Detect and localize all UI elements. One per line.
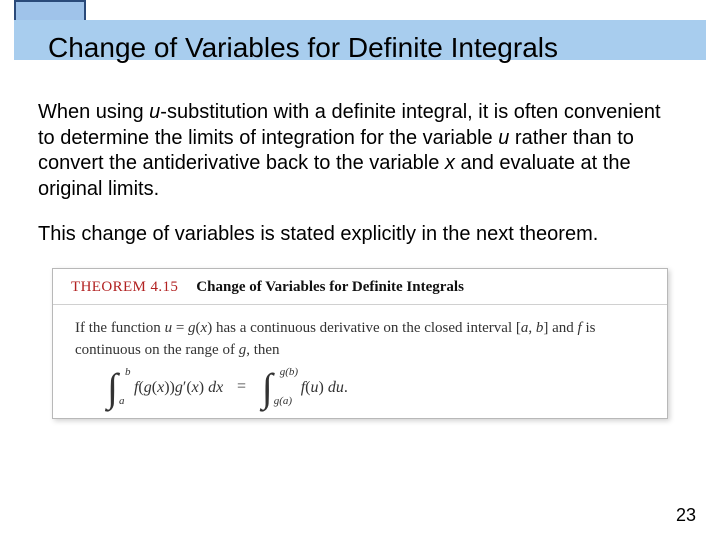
title-region: Change of Variables for Definite Integra… <box>0 0 720 72</box>
var-x: x <box>445 152 455 174</box>
text: When using <box>38 101 149 123</box>
integral-sign-icon: ∫ b a <box>105 372 120 404</box>
g: g <box>175 379 183 396</box>
theorem-tag: THEOREM 4.15 <box>71 279 178 296</box>
page-number: 23 <box>676 505 696 526</box>
dx: dx <box>208 379 223 396</box>
upper-limit: b <box>125 368 131 377</box>
lower-limit: g(a) <box>274 397 292 406</box>
text: If the function <box>75 320 165 336</box>
slide-title: Change of Variables for Definite Integra… <box>0 10 720 72</box>
text: ] and <box>543 320 577 336</box>
g: g <box>144 379 152 396</box>
x: x <box>192 379 199 396</box>
var-u: u <box>149 101 160 123</box>
var-u: u <box>498 127 509 149</box>
theorem-body: If the function u = g(x) has a continuou… <box>53 305 667 404</box>
integrand: f(g(x))g′(x) dx <box>120 376 223 400</box>
du: du <box>328 379 344 396</box>
theorem-header: THEOREM 4.15 Change of Variables for Def… <box>53 269 667 305</box>
p: )) <box>164 379 175 396</box>
var-u: u <box>165 320 173 336</box>
lower-limit: a <box>119 397 125 406</box>
period: . <box>344 379 348 396</box>
paragraph-1: When using u-substitution with a definit… <box>38 100 682 202</box>
slide-body: When using u-substitution with a definit… <box>0 72 720 419</box>
paragraph-2: This change of variables is stated expli… <box>38 222 682 248</box>
u: u <box>311 379 319 396</box>
upper-limit: g(b) <box>280 368 298 377</box>
prime: ′( <box>183 379 192 396</box>
text: , then <box>246 342 279 358</box>
text: ) has a continuous derivative on the clo… <box>207 320 521 336</box>
integral-sign-icon: ∫ g(b) g(a) <box>260 372 275 404</box>
var-g: g <box>188 320 196 336</box>
theorem-equation: ∫ b a f(g(x))g′(x) dx = ∫ g(b) g(a) f <box>75 362 645 404</box>
equals-sign: = <box>227 378 256 395</box>
integral-left: ∫ b a f(g(x))g′(x) dx <box>105 372 223 404</box>
p: ) <box>319 379 328 396</box>
text: , <box>528 320 536 336</box>
p: ) <box>199 379 208 396</box>
theorem-box: THEOREM 4.15 Change of Variables for Def… <box>52 268 668 419</box>
theorem-title: Change of Variables for Definite Integra… <box>196 279 464 296</box>
integral-right: ∫ g(b) g(a) f(u) du. <box>260 372 348 404</box>
text: = <box>172 320 188 336</box>
